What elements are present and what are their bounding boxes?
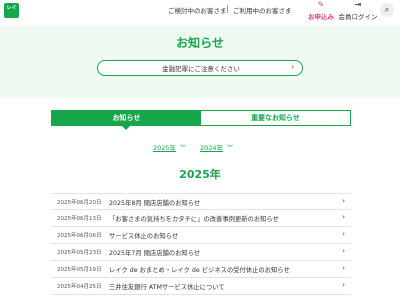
- chevron-right-icon: ›: [342, 264, 345, 272]
- news-date: 2025年06月20日: [57, 200, 102, 206]
- chevron-right-icon: ›: [342, 197, 345, 205]
- year-link-label: 2025年: [153, 144, 177, 152]
- apply-label: お申込み: [308, 13, 334, 21]
- news-item[interactable]: 2025年04月25日 三井住友銀行 ATMサービス休止について ›: [51, 278, 351, 295]
- pencil-icon: ✎: [317, 0, 325, 9]
- news-date: 2025年06月06日: [57, 233, 102, 239]
- news-item[interactable]: 2025年06月13日 「お客さまの気持ちをカタチに」の改善事例更新のお知らせ …: [51, 210, 351, 227]
- chevron-right-icon: ›: [291, 63, 294, 71]
- news-title: レイク de おまとめ・レイク de ビジネスの受付休止のお知らせ: [109, 266, 290, 274]
- year-link-2024[interactable]: 2024年 ︾: [200, 142, 233, 152]
- nav-current-customers[interactable]: ご利用中のお客さま: [233, 5, 292, 15]
- news-title: サービス休止のお知らせ: [109, 232, 179, 240]
- apply-button[interactable]: ✎ お申込み: [306, 0, 336, 21]
- site-header: レイ ご検討中のお客さま ご利用中のお客さま ✎ お申込み ⇥ 会員ログイン ⌕: [0, 0, 400, 26]
- news-item[interactable]: 2025年05月19日 レイク de おまとめ・レイク de ビジネスの受付休止…: [51, 261, 351, 278]
- active-tab-pointer: [121, 125, 131, 130]
- tab-notices[interactable]: お知らせ: [52, 111, 201, 125]
- chevron-right-icon: ›: [342, 230, 345, 238]
- news-item[interactable]: 2025年05月23日 2025年7月 閉店店舗のお知らせ ›: [51, 244, 351, 261]
- year-link-label: 2024年: [200, 144, 224, 152]
- news-list: 2025年06月20日 2025年8月 閉店店舗のお知らせ › 2025年06月…: [51, 193, 351, 295]
- nav-divider: [227, 5, 228, 13]
- nav-prospective-customers[interactable]: ご検討中のお客さま: [168, 5, 227, 15]
- news-tabs: お知らせ 重要なお知らせ: [51, 110, 351, 130]
- news-title: 2025年8月 閉店店舗のお知らせ: [109, 199, 201, 207]
- chevron-right-icon: ›: [342, 213, 345, 221]
- news-item[interactable]: 2025年06月20日 2025年8月 閉店店舗のお知らせ ›: [51, 193, 351, 210]
- page-hero: お知らせ 金融犯罪にご注意ください ›: [0, 26, 400, 98]
- double-chevron-down-icon: ︾: [180, 145, 187, 152]
- year-link-2025[interactable]: 2025年 ︾: [153, 142, 186, 152]
- news-title: 「お客さまの気持ちをカタチに」の改善事例更新のお知らせ: [109, 215, 279, 223]
- login-door-icon: ⇥: [354, 0, 362, 9]
- fraud-warning-link[interactable]: 金融犯罪にご注意ください ›: [97, 60, 303, 76]
- fraud-warning-label: 金融犯罪にご注意ください: [162, 65, 240, 73]
- news-title: 三井住友銀行 ATMサービス休止について: [109, 283, 225, 291]
- news-title: 2025年7月 閉店店舗のお知らせ: [109, 249, 201, 257]
- login-label: 会員ログイン: [338, 13, 378, 21]
- double-chevron-down-icon: ︾: [227, 145, 234, 152]
- chevron-right-icon: ›: [342, 247, 345, 255]
- year-heading: 2025年: [179, 168, 221, 181]
- chevron-right-icon: ›: [342, 281, 345, 289]
- news-date: 2025年06月13日: [57, 216, 102, 222]
- news-date: 2025年04月25日: [57, 284, 102, 290]
- news-item[interactable]: 2025年06月06日 サービス休止のお知らせ ›: [51, 227, 351, 244]
- login-button[interactable]: ⇥ 会員ログイン: [338, 0, 378, 21]
- page-title: お知らせ: [176, 36, 224, 50]
- search-icon: ⌕: [384, 5, 390, 14]
- news-date: 2025年05月19日: [57, 267, 102, 273]
- tab-important-notices[interactable]: 重要なお知らせ: [201, 111, 350, 125]
- search-button[interactable]: ⌕: [380, 3, 394, 17]
- news-date: 2025年05月23日: [57, 250, 102, 256]
- brand-logo[interactable]: レイ: [4, 3, 19, 18]
